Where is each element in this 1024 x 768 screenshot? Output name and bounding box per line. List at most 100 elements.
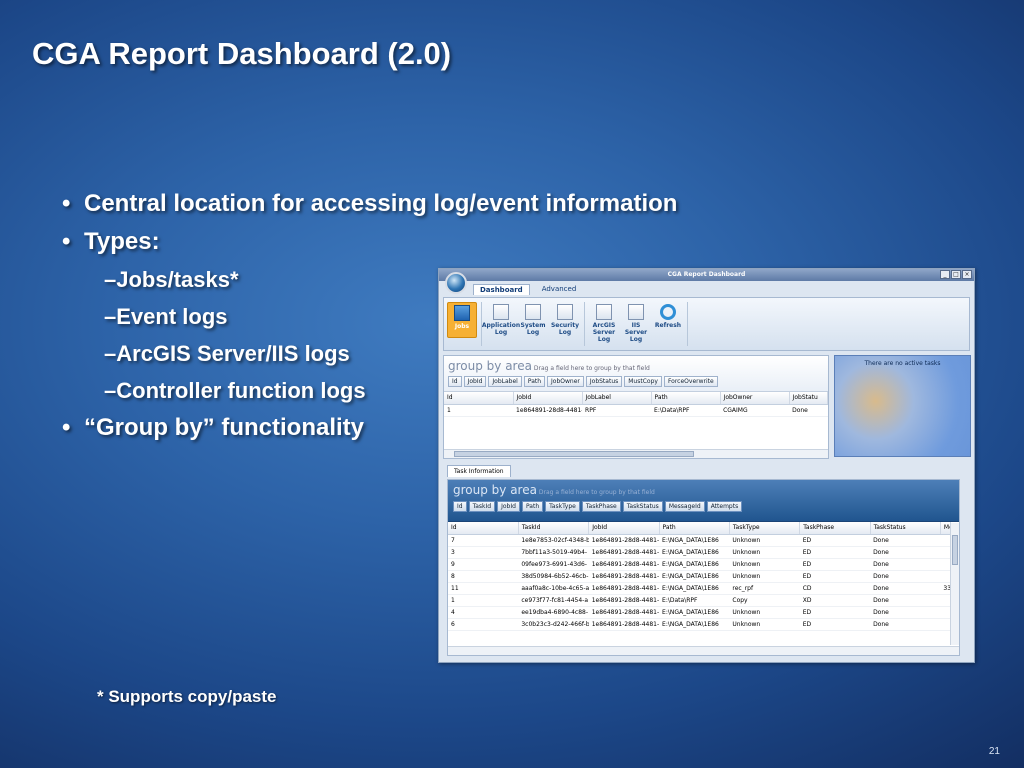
column-header[interactable]: JobOwner — [720, 392, 790, 405]
field-chip[interactable]: Path — [523, 376, 546, 387]
table-cell — [940, 570, 951, 583]
table-cell: ce973f77-fc81-4454-a — [518, 594, 589, 607]
column-header[interactable]: JobLabel — [582, 392, 652, 405]
column-header[interactable]: Path — [659, 522, 730, 535]
server-icon — [596, 304, 612, 320]
ribbon-group-logs: Application Log System Log Security Log — [482, 302, 585, 346]
bullet-item: • Types: — [62, 224, 677, 262]
jobs-grid-panel: group by area Drag a field here to group… — [443, 355, 829, 459]
table-row[interactable]: 9 09fee973-6991-43d6- 1e864891-28d8-4481- E… — [448, 558, 951, 571]
horizontal-scrollbar[interactable] — [444, 449, 828, 458]
jobs-group-by-area[interactable]: group by area Drag a field here to group… — [444, 356, 828, 392]
column-header[interactable]: TaskType — [729, 522, 801, 535]
refresh-button[interactable]: Refresh — [653, 302, 683, 346]
field-chip[interactable]: Path — [521, 501, 544, 512]
application-log-button[interactable]: Application Log — [482, 302, 520, 346]
table-row[interactable]: 7 1e8e7853-02cf-4348-b 1e864891-28d8-4481-… — [448, 534, 951, 547]
horizontal-scrollbar[interactable] — [448, 646, 959, 655]
column-header[interactable]: JobStatu — [789, 392, 829, 405]
maximize-button[interactable]: □ — [951, 270, 961, 279]
table-row[interactable]: 11 aaaf0a8c-10be-4c65-a 1e864891-28d8-4481… — [448, 582, 951, 595]
vertical-scrollbar[interactable] — [950, 523, 959, 645]
jobs-table: Id JobId JobLabel Path JobOwner JobStatu… — [444, 392, 829, 417]
table-cell: Done — [870, 606, 941, 619]
table-cell: ED — [799, 546, 871, 559]
field-chip[interactable]: JobId — [463, 376, 487, 387]
security-log-button[interactable]: Security Log — [550, 302, 580, 346]
table-cell: 6 — [448, 618, 519, 631]
column-header[interactable]: TaskPhase — [799, 522, 871, 535]
tasks-group-by-area[interactable]: group by area Drag a field here to group… — [448, 480, 959, 522]
table-cell — [940, 594, 951, 607]
table-row[interactable]: 1 1e864891-28d8-4481-8 RPF E:\Data\RPF C… — [444, 404, 828, 417]
tab-dashboard[interactable]: Dashboard — [473, 284, 530, 295]
group-by-hint: Drag a field here to group by that field — [533, 365, 650, 372]
scrollbar-thumb[interactable] — [454, 451, 694, 457]
dash-glyph: – — [104, 304, 117, 329]
column-header[interactable]: JobId — [513, 392, 583, 405]
scrollbar-thumb[interactable] — [952, 535, 958, 565]
table-cell: Done — [870, 546, 941, 559]
table-cell: 1e864891-28d8-4481- — [588, 546, 660, 559]
field-chip[interactable]: MessageId — [664, 501, 705, 512]
application-orb-icon[interactable] — [445, 272, 467, 294]
arcgis-server-log-label: ArcGIS Server Log — [592, 322, 616, 343]
bullet-glyph: • — [62, 414, 71, 441]
field-chip[interactable]: JobStatus — [585, 376, 623, 387]
field-chip[interactable]: Attempts — [706, 501, 743, 512]
table-cell: 1e864891-28d8-4481- — [588, 558, 660, 571]
field-chip[interactable]: TaskStatus — [622, 501, 663, 512]
ribbon-tabs: Dashboard Advanced — [473, 284, 582, 295]
table-row[interactable]: 3 7bbf11a3-5019-49b4- 1e864891-28d8-4481- E… — [448, 546, 951, 559]
column-header[interactable]: JobId — [588, 522, 660, 535]
close-button[interactable]: × — [962, 270, 972, 279]
group-by-title: group by area — [448, 359, 532, 373]
table-cell: ED — [799, 558, 871, 571]
system-log-button[interactable]: System Log — [518, 302, 548, 346]
column-header[interactable]: Id — [448, 522, 519, 535]
minimize-button[interactable]: _ — [940, 270, 950, 279]
table-row[interactable]: 8 38d50984-6b52-46cb- 1e864891-28d8-4481- E… — [448, 570, 951, 583]
sub-bullet-text: ArcGIS Server/IIS logs — [116, 341, 350, 366]
table-row[interactable]: 1 ce973f77-fc81-4454-a 1e864891-28d8-4481-… — [448, 594, 951, 607]
arcgis-server-log-button[interactable]: ArcGIS Server Log — [589, 302, 619, 346]
field-chip[interactable]: JobOwner — [547, 376, 584, 387]
table-cell: Done — [870, 570, 941, 583]
column-header[interactable]: Me — [940, 522, 952, 535]
field-chip[interactable]: MustCopy — [624, 376, 662, 387]
table-cell: E:\NGA_DATA\1E86 — [659, 570, 730, 583]
tab-task-information[interactable]: Task Information — [447, 465, 511, 477]
table-cell: RPF — [582, 404, 652, 417]
table-cell — [940, 558, 951, 571]
field-chip[interactable]: TaskPhase — [581, 501, 621, 512]
column-header[interactable]: Path — [651, 392, 721, 405]
column-header[interactable]: TaskStatus — [870, 522, 941, 535]
iis-server-log-button[interactable]: IIS Server Log — [621, 302, 651, 346]
jobs-field-chips: Id JobId JobLabel Path JobOwner JobStatu… — [448, 376, 824, 387]
field-chip[interactable]: TaskType — [545, 501, 580, 512]
table-cell: Unknown — [729, 618, 800, 631]
bullet-glyph: • — [62, 190, 71, 217]
field-chip[interactable]: TaskId — [468, 501, 496, 512]
field-chip[interactable]: JobId — [497, 501, 520, 512]
table-cell: Done — [789, 404, 828, 417]
table-cell — [940, 534, 951, 547]
field-chip[interactable]: Id — [448, 376, 462, 387]
column-header[interactable]: TaskId — [518, 522, 590, 535]
column-header[interactable]: Id — [444, 392, 514, 405]
field-chip[interactable]: ForceOverwrite — [663, 376, 718, 387]
field-chip[interactable]: JobLabel — [488, 376, 522, 387]
tab-advanced[interactable]: Advanced — [536, 284, 583, 295]
jobs-button[interactable]: Jobs — [447, 302, 477, 338]
field-chip[interactable]: Id — [453, 501, 467, 512]
table-cell: Copy — [729, 594, 800, 607]
table-cell: E:\Data\RPF — [659, 594, 730, 607]
table-row[interactable]: 4 ee19dba4-6890-4c88- 1e864891-28d8-4481- E… — [448, 606, 951, 619]
table-cell: rec_rpf — [729, 582, 800, 595]
table-cell — [940, 546, 951, 559]
server-icon — [628, 304, 644, 320]
document-icon — [493, 304, 509, 320]
tasks-grid-panel: group by area Drag a field here to group… — [447, 479, 960, 656]
table-row[interactable]: 6 3c0b23c3-d242-466f-b 1e864891-28d8-4481-… — [448, 618, 951, 631]
table-cell: ED — [799, 534, 871, 547]
